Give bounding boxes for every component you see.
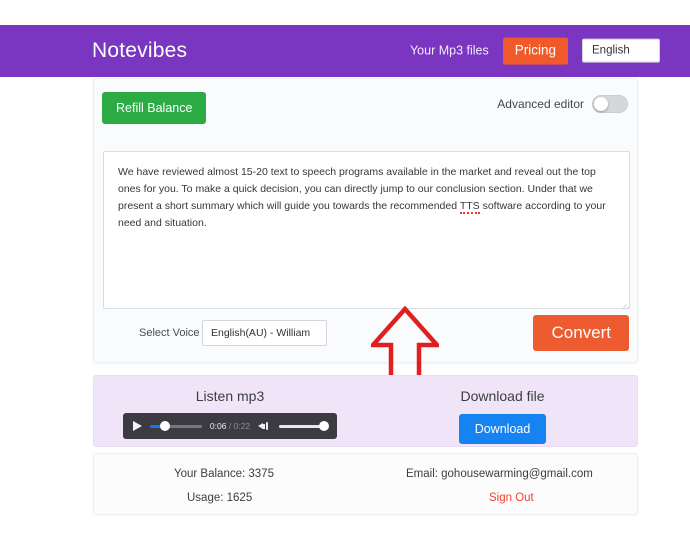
media-panel: Listen mp3 0:06 / 0:22 Download file Dow… (93, 375, 638, 447)
textarea-content: We have reviewed almost 15-20 text to sp… (118, 164, 615, 232)
account-info-card: Your Balance: 3375 Usage: 1625 Email: go… (93, 453, 638, 515)
header-nav: Your Mp3 files Pricing (410, 37, 660, 65)
listen-title: Listen mp3 (195, 388, 265, 404)
advanced-editor-control[interactable]: Advanced editor (497, 95, 628, 113)
volume-icon[interactable] (258, 420, 271, 432)
sign-out-link[interactable]: Sign Out (489, 492, 534, 504)
pricing-button[interactable]: Pricing (502, 37, 568, 65)
nav-link-your-mp3-files[interactable]: Your Mp3 files (410, 44, 489, 58)
email-text: Email: gohousewarming@gmail.com (406, 468, 593, 480)
time-separator: / (226, 421, 234, 431)
language-select[interactable] (582, 39, 660, 63)
editor-toolbar: Refill Balance Advanced editor (94, 79, 637, 131)
download-section: Download file Download (366, 376, 639, 446)
editor-card: Refill Balance Advanced editor We have r… (93, 78, 638, 388)
usage-text: Usage: 1625 (187, 492, 253, 504)
listen-section: Listen mp3 0:06 / 0:22 (94, 376, 366, 446)
balance-text: Your Balance: 3375 (174, 468, 274, 480)
app-page: Notevibes Your Mp3 files Pricing Refill … (0, 0, 690, 539)
toggle-knob (594, 97, 608, 111)
textarea-resize-handle[interactable] (616, 295, 629, 308)
play-icon[interactable] (132, 421, 142, 431)
audio-player[interactable]: 0:06 / 0:22 (122, 413, 338, 439)
playback-time: 0:06 / 0:22 (210, 421, 250, 431)
volume-thumb[interactable] (319, 421, 330, 431)
seek-slider[interactable] (149, 421, 202, 431)
seek-thumb[interactable] (159, 421, 170, 431)
voice-selection-row: Select Voice Convert (94, 307, 637, 362)
volume-slider[interactable] (279, 421, 330, 431)
download-button[interactable]: Download (458, 414, 547, 444)
misspelled-word: TTS (459, 200, 480, 214)
voice-select-input[interactable] (202, 320, 327, 346)
current-time: 0:06 (209, 421, 227, 431)
refill-balance-button[interactable]: Refill Balance (102, 92, 207, 124)
download-title: Download file (460, 388, 545, 404)
convert-button[interactable]: Convert (533, 315, 629, 351)
select-voice-label: Select Voice (139, 327, 200, 339)
total-duration: 0:22 (233, 421, 251, 431)
text-input-area[interactable]: We have reviewed almost 15-20 text to sp… (103, 151, 630, 309)
brand-logo[interactable]: Notevibes (92, 39, 187, 63)
advanced-editor-label: Advanced editor (497, 97, 584, 111)
site-header: Notevibes Your Mp3 files Pricing (0, 25, 690, 77)
advanced-editor-toggle[interactable] (592, 95, 628, 113)
